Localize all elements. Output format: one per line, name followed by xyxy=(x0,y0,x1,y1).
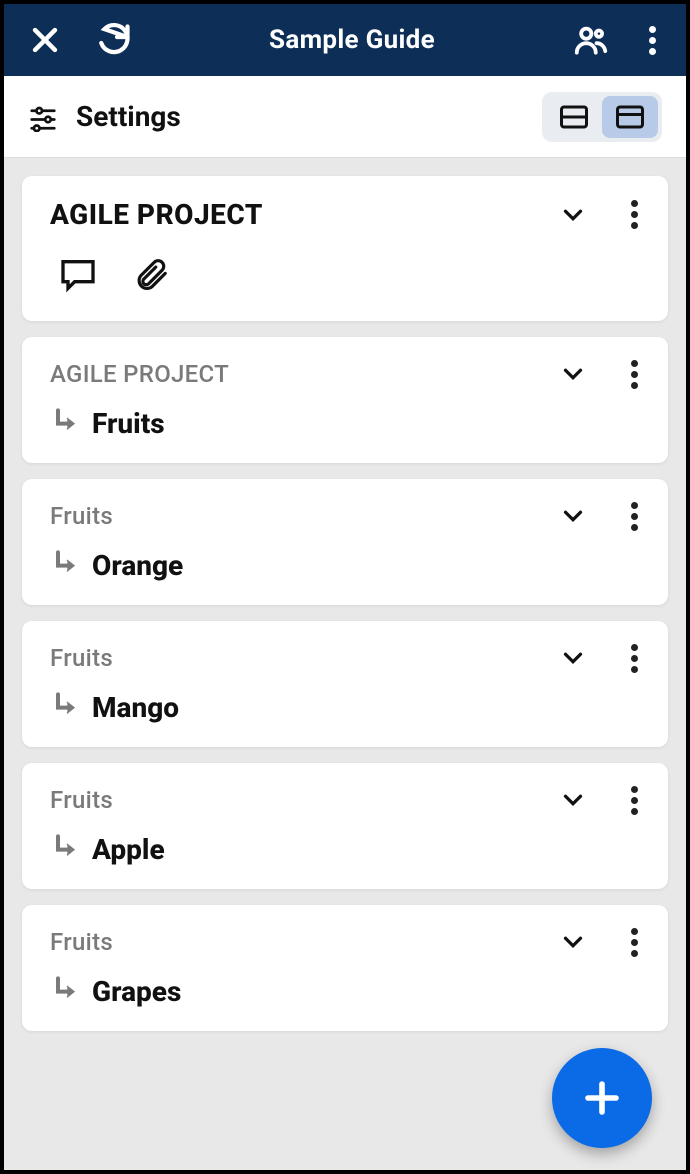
view-toggle xyxy=(542,92,662,142)
attachment-icon[interactable] xyxy=(132,256,170,294)
card-menu-icon[interactable] xyxy=(624,928,644,957)
item-name: Grapes xyxy=(92,975,181,1008)
chevron-down-icon[interactable] xyxy=(558,643,588,673)
chevron-down-icon[interactable] xyxy=(558,785,588,815)
item-card[interactable]: Fruits Mango xyxy=(22,621,668,747)
sub-arrow-icon xyxy=(50,831,82,867)
parent-label: Fruits xyxy=(50,786,558,814)
add-fab-button[interactable] xyxy=(552,1048,652,1148)
chevron-down-icon[interactable] xyxy=(558,359,588,389)
chevron-down-icon[interactable] xyxy=(558,501,588,531)
card-menu-icon[interactable] xyxy=(624,360,644,389)
chevron-down-icon[interactable] xyxy=(558,927,588,957)
item-card[interactable]: Fruits Apple xyxy=(22,763,668,889)
card-menu-icon[interactable] xyxy=(624,502,644,531)
project-title: AGILE PROJECT xyxy=(50,198,558,231)
sub-arrow-icon xyxy=(50,405,82,441)
refresh-icon[interactable] xyxy=(96,22,132,58)
sub-bar: Settings xyxy=(4,76,686,158)
comment-icon[interactable] xyxy=(58,255,98,295)
view-toggle-card[interactable] xyxy=(602,96,658,138)
item-card[interactable]: Fruits Grapes xyxy=(22,905,668,1031)
card-menu-icon[interactable] xyxy=(624,786,644,815)
sub-arrow-icon xyxy=(50,973,82,1009)
parent-label: Fruits xyxy=(50,928,558,956)
filter-settings-icon[interactable] xyxy=(28,102,58,132)
content-area: AGILE PROJECT AGILE PROJECT xyxy=(4,158,686,1170)
sub-arrow-icon xyxy=(50,547,82,583)
item-name: Fruits xyxy=(92,407,165,440)
parent-label: AGILE PROJECT xyxy=(50,360,558,388)
view-toggle-list[interactable] xyxy=(546,96,602,138)
item-card[interactable]: Fruits Orange xyxy=(22,479,668,605)
parent-label: Fruits xyxy=(50,644,558,672)
close-icon[interactable] xyxy=(28,23,62,57)
top-bar: Sample Guide xyxy=(4,4,686,76)
item-name: Apple xyxy=(92,833,165,866)
chevron-down-icon[interactable] xyxy=(558,200,588,230)
project-card[interactable]: AGILE PROJECT xyxy=(22,176,668,321)
item-name: Mango xyxy=(92,691,179,724)
parent-label: Fruits xyxy=(50,502,558,530)
item-name: Orange xyxy=(92,549,183,582)
people-icon[interactable] xyxy=(572,21,610,59)
settings-label: Settings xyxy=(76,100,181,133)
card-menu-icon[interactable] xyxy=(624,200,644,229)
page-title: Sample Guide xyxy=(132,25,572,55)
overflow-menu-icon[interactable] xyxy=(642,26,662,55)
sub-arrow-icon xyxy=(50,689,82,725)
item-card[interactable]: AGILE PROJECT Fruits xyxy=(22,337,668,463)
card-menu-icon[interactable] xyxy=(624,644,644,673)
